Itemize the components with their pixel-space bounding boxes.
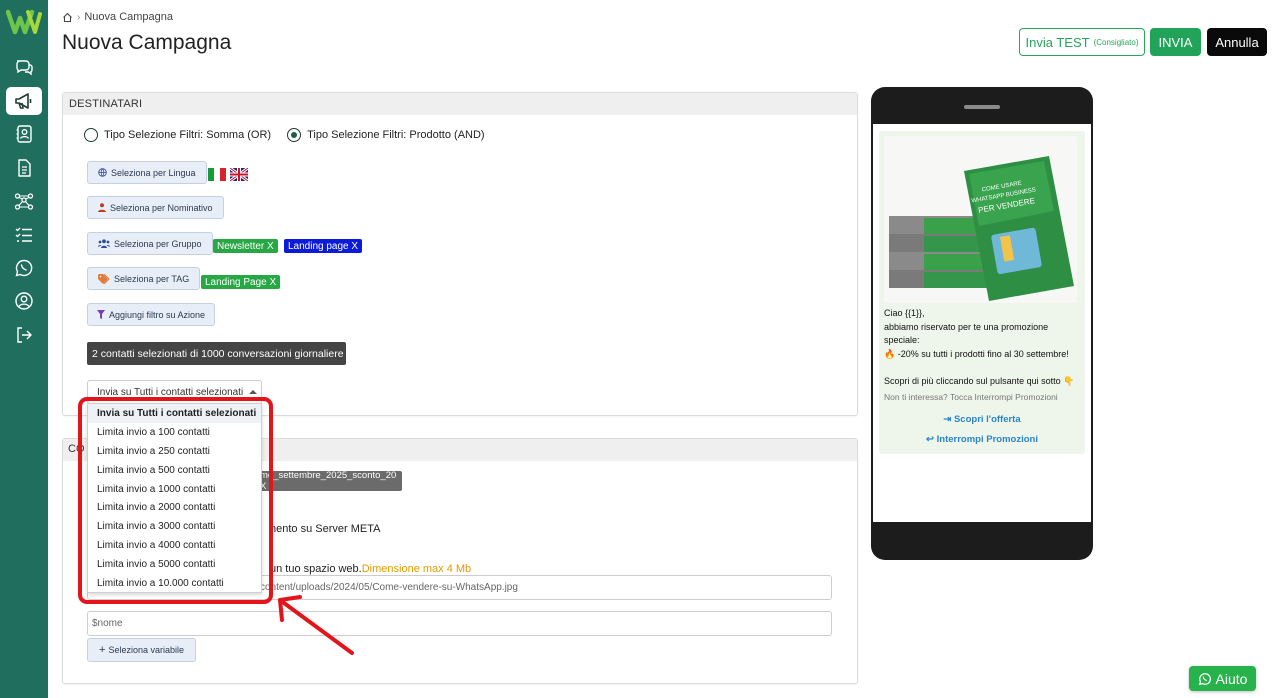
sidebar-item-account[interactable] (6, 287, 42, 315)
web-space-label: un tuo spazio web. (270, 563, 362, 575)
group-tag-landing-page[interactable]: Landing page X (284, 239, 363, 253)
web-space-text: un tuo spazio web.Dimensione max 4 Mb (270, 563, 471, 575)
message-line: abbiamo riservato per te una promozione … (884, 321, 1049, 346)
select-by-tag-label: Seleziona per TAG (114, 273, 190, 284)
document-icon (18, 159, 31, 177)
send-button[interactable]: INVIA (1150, 28, 1201, 56)
send-test-hint: (Consigliato) (1093, 37, 1139, 47)
offer-link-button[interactable]: ⇥ Scopri l'offerta (884, 414, 1080, 425)
offer-link-label: Scopri l'offerta (953, 414, 1021, 425)
tags-icon (98, 273, 110, 284)
radio-or[interactable] (84, 128, 98, 142)
help-button[interactable]: Aiuto (1189, 666, 1256, 691)
user-icon (98, 203, 106, 212)
app-logo[interactable] (6, 8, 42, 36)
sidebar-item-templates[interactable] (6, 154, 42, 182)
whatsapp-icon (1198, 672, 1211, 685)
megaphone-icon (15, 93, 32, 109)
server-meta-text: nento su Server META (270, 523, 381, 535)
select-by-name-label: Seleziona per Nominativo (110, 202, 213, 213)
message-line: Scopri di più cliccando sul pulsante qui… (884, 375, 1075, 386)
select-variable-label: Seleziona variabile (108, 645, 184, 655)
phone-speaker (964, 105, 1000, 109)
select-by-group-button[interactable]: Seleziona per Gruppo (87, 232, 213, 255)
sidebar-item-whatsapp[interactable] (6, 254, 42, 282)
radio-or-label[interactable]: Tipo Selezione Filtri: Somma (OR) (104, 129, 271, 141)
select-by-language-button[interactable]: Seleziona per Lingua (87, 161, 207, 184)
send-test-button[interactable]: Invia TEST (Consigliato) (1019, 28, 1145, 56)
select-by-name-button[interactable]: Seleziona per Nominativo (87, 196, 224, 219)
users-icon (98, 239, 110, 248)
annotation-highlight (78, 397, 273, 604)
add-action-filter-button[interactable]: Aggiungi filtro su Azione (87, 303, 216, 326)
uk-flag-icon[interactable] (230, 168, 248, 181)
cancel-button[interactable]: Annulla (1207, 28, 1267, 56)
reply-icon: ↩ (926, 434, 934, 445)
recipients-header: DESTINATARI (63, 93, 857, 115)
stop-promo-label: Interrompi Promozioni (936, 434, 1038, 445)
select-by-group-label: Seleziona per Gruppo (114, 238, 202, 249)
template-tag[interactable]: mo_settembre_2025_sconto_20 X (255, 470, 402, 492)
book-illustration: COME USARE WHATSAPP BUSINESS PER VENDERE (889, 156, 1074, 301)
sidebar-item-contacts[interactable] (6, 120, 42, 148)
chevron-right-icon: › (77, 11, 81, 23)
sidebar-item-campaigns[interactable] (6, 87, 42, 115)
user-circle-icon (15, 292, 33, 310)
filter-icon (97, 310, 105, 319)
home-icon[interactable] (62, 12, 73, 23)
filter-mode-group: Tipo Selezione Filtri: Somma (OR) Tipo S… (84, 128, 501, 142)
select-variable-button[interactable]: + Seleziona variabile (87, 638, 196, 662)
radio-and-label[interactable]: Tipo Selezione Filtri: Prodotto (AND) (307, 129, 485, 141)
italy-flag-icon[interactable] (208, 168, 226, 181)
globe-icon (98, 168, 107, 177)
tag-landing-page[interactable]: Landing Page X (201, 275, 281, 289)
workflow-icon (14, 193, 34, 210)
radio-and[interactable] (287, 128, 302, 142)
sidebar-item-chat[interactable] (6, 53, 42, 81)
caret-up-icon (249, 390, 258, 394)
group-tag-newsletter[interactable]: Newsletter X (213, 239, 278, 253)
selection-info: 2 contatti selezionati di 1000 conversaz… (87, 342, 346, 365)
contacts-icon (16, 125, 32, 143)
message-text: Ciao {{1}}, abbiamo riservato per te una… (884, 307, 1080, 388)
sidebar-item-tasks[interactable] (6, 221, 42, 249)
select-by-language-label: Seleziona per Lingua (111, 167, 196, 178)
sidebar-item-automation[interactable] (6, 187, 42, 215)
checklist-icon (15, 227, 32, 242)
stop-promo-button[interactable]: ↩ Interrompi Promozioni (884, 434, 1080, 445)
breadcrumb-current: Nuova Campagna (84, 11, 174, 23)
select-by-tag-button[interactable]: Seleziona per TAG (87, 267, 201, 290)
annotation-arrow (278, 595, 354, 655)
breadcrumb: › Nuova Campagna (62, 11, 173, 23)
message-image: COME USARE WHATSAPP BUSINESS PER VENDERE (884, 136, 1077, 303)
page-title: Nuova Campagna (62, 31, 232, 54)
help-label: Aiuto (1215, 670, 1248, 687)
send-test-label: Invia TEST (1025, 34, 1090, 50)
variable-input[interactable]: $nome (87, 611, 832, 636)
whatsapp-icon (15, 259, 33, 277)
message-line: 🔥 -20% su tutti i prodotti fino al 30 se… (884, 348, 1069, 359)
add-action-filter-label: Aggiungi filtro su Azione (109, 309, 206, 320)
message-footer: Non ti interessa? Tocca Interrompi Promo… (884, 392, 1058, 402)
sidebar-item-logout[interactable] (6, 321, 42, 349)
send-limit-value: Invia su Tutti i contatti selezionati (97, 386, 244, 398)
sidebar (0, 0, 48, 698)
external-link-icon: ⇥ (943, 414, 952, 425)
message-line: Ciao {{1}}, (884, 308, 925, 318)
max-size-label: Dimensione max 4 Mb (361, 563, 472, 575)
chat-icon (16, 60, 33, 76)
logout-icon (17, 327, 32, 343)
plus-icon: + (99, 644, 106, 656)
